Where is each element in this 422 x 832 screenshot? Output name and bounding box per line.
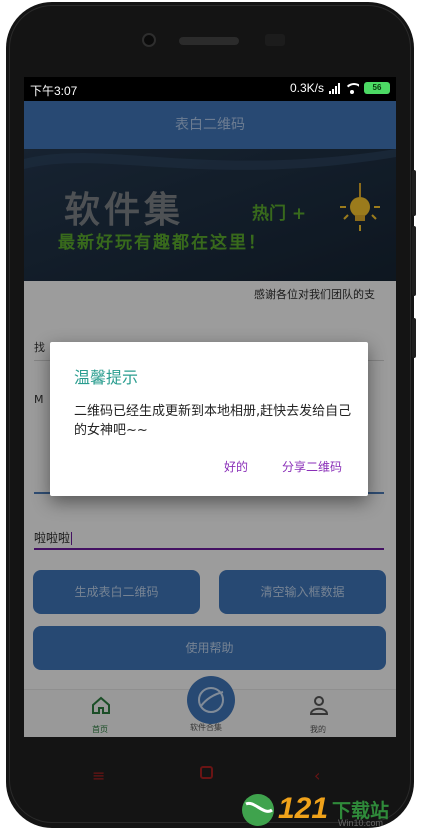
home-key-icon[interactable] <box>200 766 213 783</box>
dialog-message: 二维码已经生成更新到本地相册,赶快去发给自己的女神吧~~ <box>74 404 352 438</box>
earpiece <box>179 37 239 45</box>
ok-button[interactable]: 好的 <box>224 458 248 475</box>
battery-icon: 56 <box>364 82 390 94</box>
back-key-icon[interactable]: ‹ <box>314 766 320 785</box>
watermark-number: 121 <box>278 792 329 825</box>
status-icons: 0.3K/s 56 <box>290 81 390 95</box>
volume-down-button <box>412 226 416 296</box>
watermark-globe-icon <box>242 794 274 826</box>
alert-dialog: 温馨提示 二维码已经生成更新到本地相册,赶快去发给自己的女神吧~~ 好的 分享二… <box>50 342 368 496</box>
dialog-title: 温馨提示 <box>74 368 139 387</box>
network-speed: 0.3K/s <box>289 81 324 95</box>
proximity-sensor <box>265 34 285 46</box>
share-qr-button[interactable]: 分享二维码 <box>282 458 342 475</box>
front-camera <box>142 33 156 47</box>
watermark-domain: Win10.com <box>338 818 384 828</box>
power-button <box>412 318 416 358</box>
watermark-logo: 121 下载站 Win10.com <box>238 790 418 830</box>
volume-up-button <box>412 170 416 216</box>
wifi-icon <box>345 82 359 94</box>
signal-icon <box>329 82 340 94</box>
menu-key-icon[interactable]: ≡ <box>92 766 105 785</box>
status-time: 下午3:07 <box>30 84 78 98</box>
status-bar: 下午3:07 0.3K/s 56 <box>24 77 396 101</box>
